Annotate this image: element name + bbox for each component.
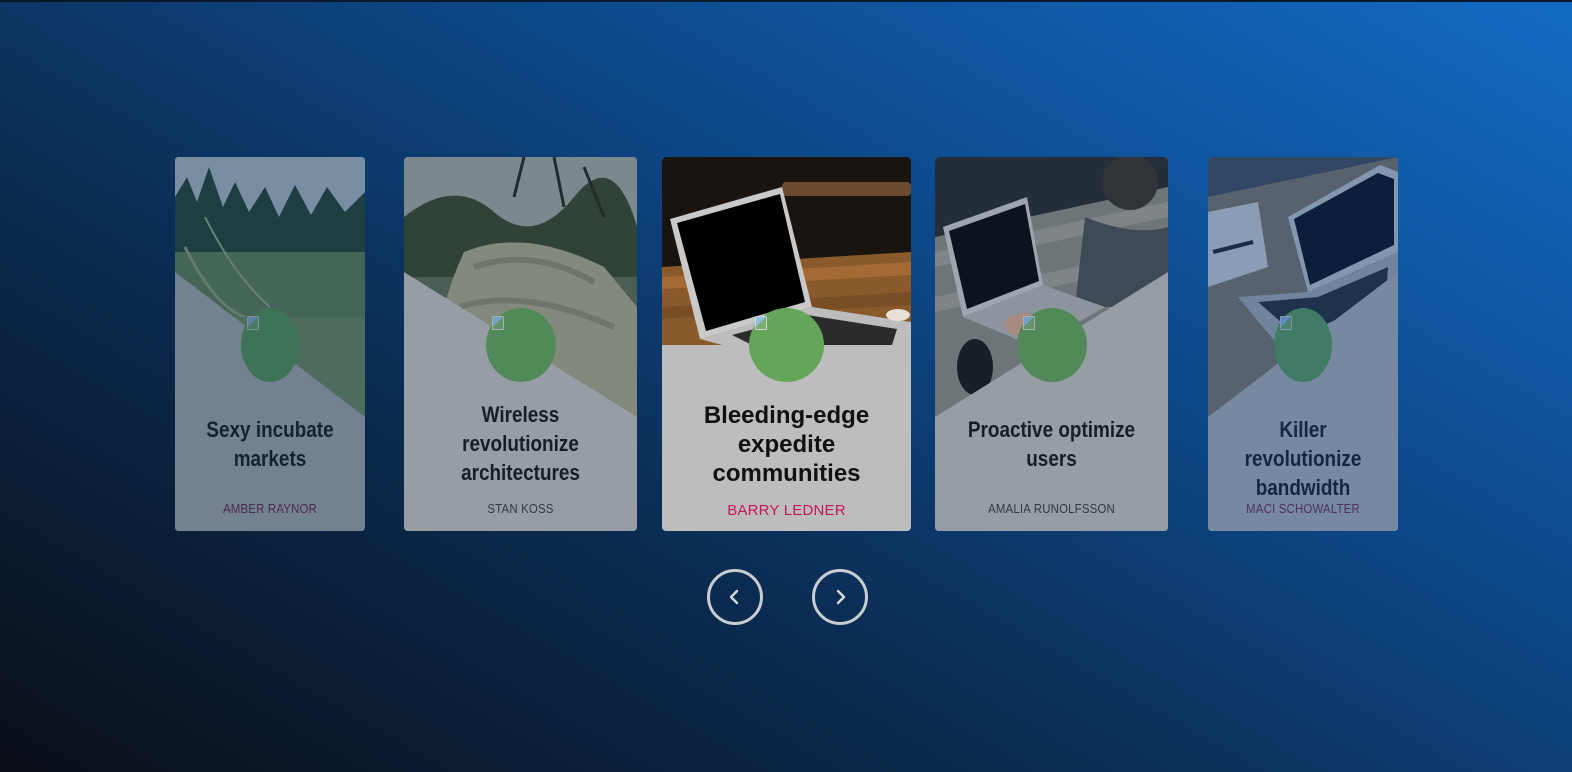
card-author: STAN KOSS xyxy=(487,501,554,516)
next-button[interactable] xyxy=(812,569,868,625)
card-author: AMALIA RUNOLFSSON xyxy=(988,501,1115,516)
card-title: Proactive optimize users xyxy=(967,417,1136,471)
card-title: Sexy incubate markets xyxy=(206,417,334,471)
card-author: AMBER RAYNOR xyxy=(222,501,318,516)
broken-image-icon xyxy=(492,316,504,330)
avatar xyxy=(1017,308,1087,382)
carousel-card[interactable]: Proactive optimize users AMALIA RUNOLFSS… xyxy=(935,157,1168,531)
card-author: MACI SCHOWALTER xyxy=(1246,501,1360,516)
card-title: Killer revolutionize bandwidth xyxy=(1244,417,1362,500)
carousel-card[interactable]: Killer revolutionize bandwidth MACI SCHO… xyxy=(1208,157,1398,531)
card-title: Bleeding-edge expedite communities xyxy=(703,402,870,487)
card-title: Wireless revolutionize architectures xyxy=(461,402,580,485)
avatar xyxy=(749,308,824,382)
broken-image-icon xyxy=(247,316,259,330)
carousel: Sexy incubate markets AMBER RAYNOR Wirel… xyxy=(0,0,1572,772)
prev-button[interactable] xyxy=(707,569,763,625)
carousel-card-active[interactable]: Bleeding-edge expedite communities BARRY… xyxy=(662,157,911,531)
card-author: BARRY LEDNER xyxy=(727,502,846,519)
carousel-card[interactable]: Wireless revolutionize architectures STA… xyxy=(404,157,637,531)
chevron-left-icon xyxy=(729,589,739,605)
broken-image-icon xyxy=(1023,316,1035,330)
broken-image-icon xyxy=(755,316,767,330)
broken-image-icon xyxy=(1280,316,1292,330)
chevron-right-icon xyxy=(836,589,846,605)
carousel-card[interactable]: Sexy incubate markets AMBER RAYNOR xyxy=(175,157,365,531)
avatar xyxy=(486,308,556,382)
avatar xyxy=(1274,308,1332,382)
avatar xyxy=(241,308,299,382)
